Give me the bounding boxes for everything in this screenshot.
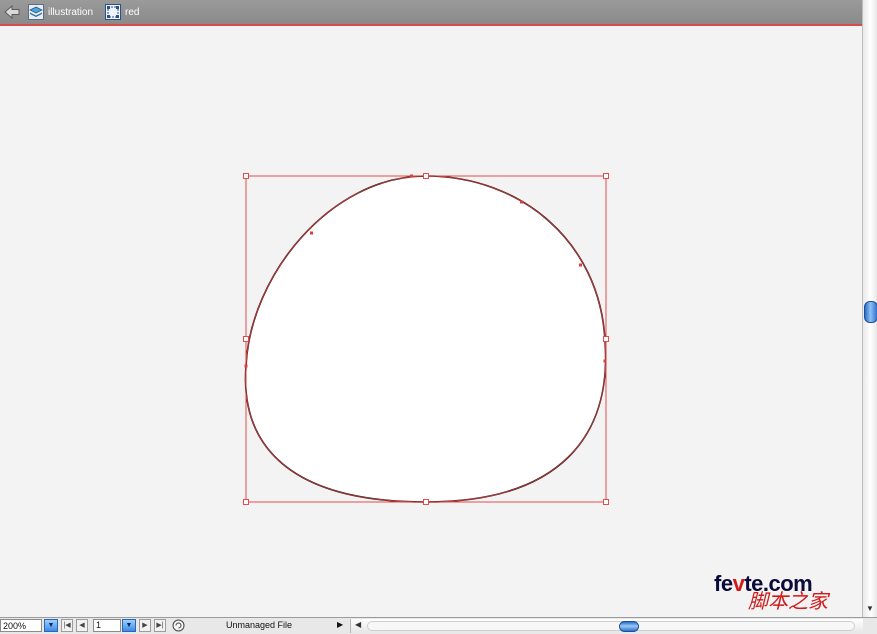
anchor-point[interactable] [603, 359, 607, 363]
back-arrow-icon[interactable] [2, 0, 22, 24]
next-page-button[interactable]: ▶ [139, 619, 151, 632]
horizontal-scroll-thumb[interactable] [619, 621, 639, 632]
group-selection-icon [105, 4, 122, 20]
handle-bottom-left[interactable] [243, 499, 249, 505]
handle-top-left[interactable] [243, 173, 249, 179]
version-cue-icon[interactable] [172, 619, 185, 632]
artboard-canvas[interactable] [0, 26, 862, 617]
breadcrumb-item-red[interactable]: red [105, 0, 139, 24]
vertical-scroll-thumb[interactable] [864, 301, 877, 323]
artwork[interactable] [0, 26, 862, 617]
selected-shape[interactable] [244, 175, 607, 503]
anchor-point[interactable] [520, 200, 523, 204]
breadcrumb-item-illustration[interactable]: illustration [28, 0, 93, 24]
anchor-point[interactable] [244, 364, 248, 368]
horizontal-scrollbar[interactable]: ◀ [350, 619, 863, 633]
watermark-site-pre: fe [714, 571, 733, 596]
anchor-point[interactable] [310, 231, 313, 235]
handle-top-right[interactable] [603, 173, 609, 179]
first-page-button[interactable]: |◀ [61, 619, 73, 632]
handle-middle-left[interactable] [243, 336, 249, 342]
horizontal-scroll-track[interactable] [367, 621, 855, 631]
handle-middle-right[interactable] [603, 336, 609, 342]
anchor-point[interactable] [410, 174, 413, 178]
page-dropdown-button[interactable]: ▼ [122, 619, 136, 632]
watermark-cn-text: 脚本之家 [748, 589, 828, 613]
breadcrumb-label: red [125, 6, 140, 18]
previous-page-button[interactable]: ◀ [76, 619, 88, 632]
vertical-scrollbar[interactable]: ▼ [862, 0, 877, 617]
page-number-field[interactable]: 1 [93, 619, 121, 632]
scroll-left-arrow-icon[interactable]: ◀ [355, 620, 361, 629]
last-page-button[interactable]: ▶| [154, 619, 166, 632]
handle-top-center[interactable] [423, 173, 429, 179]
scroll-down-arrow-icon[interactable]: ▼ [866, 604, 874, 613]
layer-stack-icon [28, 4, 44, 20]
breadcrumb-bar: illustration red [0, 0, 862, 26]
watermark-logo: fevte.com 脚本之家 [714, 571, 864, 621]
handle-bottom-right[interactable] [603, 499, 609, 505]
breadcrumb-label: illustration [48, 6, 94, 18]
status-bar: 200% ▼ |◀ ◀ 1 ▼ ▶ ▶| Unmanaged File ▶ ◀ [0, 617, 877, 634]
status-menu-arrow-icon[interactable]: ▶ [337, 620, 343, 629]
watermark-site-v: v [732, 571, 745, 596]
handle-bottom-center[interactable] [423, 499, 429, 505]
zoom-level-field[interactable]: 200% [0, 619, 42, 632]
zoom-dropdown-button[interactable]: ▼ [44, 619, 58, 632]
document-status-text: Unmanaged File [226, 620, 293, 630]
anchor-point[interactable] [579, 263, 582, 267]
